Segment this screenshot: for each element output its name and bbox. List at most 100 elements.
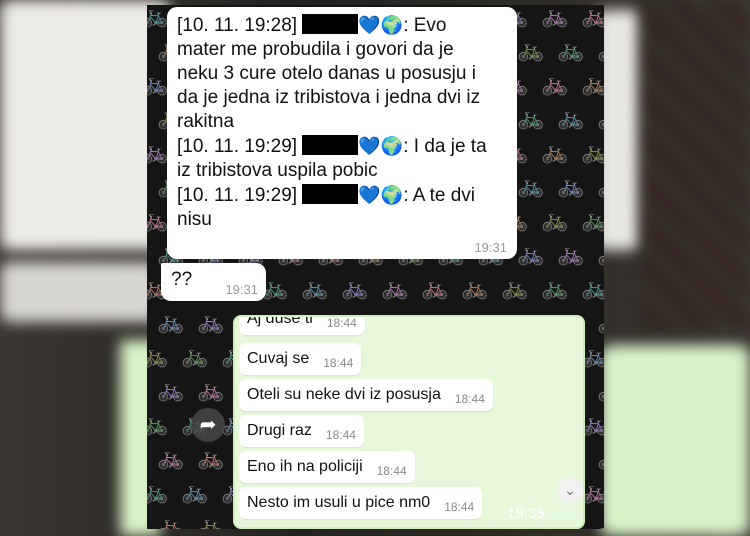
bicycle-pattern-icon: 🚲 bbox=[557, 105, 585, 130]
bicycle-pattern-icon: 🚲 bbox=[517, 241, 545, 266]
message-text: mater me probudila i govori da je bbox=[177, 39, 454, 60]
globe-emoji-icon: 🌍 bbox=[380, 136, 404, 156]
bicycle-pattern-icon: 🚲 bbox=[581, 207, 604, 232]
redacted-name bbox=[302, 14, 359, 34]
bubble-time: 18:44 bbox=[376, 464, 407, 478]
blurred-wallpaper bbox=[640, 0, 750, 330]
bicycle-pattern-icon: 🚲 bbox=[581, 139, 604, 164]
bicycle-pattern-icon: 🚲 bbox=[517, 37, 545, 62]
bicycle-pattern-icon: 🚲 bbox=[147, 343, 169, 368]
bubble-text: Aj duse ti bbox=[247, 315, 313, 327]
message-time: 19:35 bbox=[507, 505, 545, 522]
redacted-name bbox=[302, 135, 359, 155]
message-text: : I da je ta bbox=[403, 136, 487, 157]
bubble-text: Cuvaj se bbox=[247, 350, 310, 367]
message-text: : Evo bbox=[403, 15, 447, 36]
message-time: 19:31 bbox=[474, 240, 507, 255]
bicycle-pattern-icon: 🚲 bbox=[501, 275, 529, 300]
chevron-down-icon[interactable]: ⌄ bbox=[557, 477, 583, 503]
redacted-name bbox=[302, 184, 359, 204]
bubble-time: 18:44 bbox=[323, 356, 354, 370]
bicycle-pattern-icon: 🚲 bbox=[421, 275, 449, 300]
bicycle-pattern-icon: 🚲 bbox=[197, 445, 225, 470]
bicycle-pattern-icon: 🚲 bbox=[197, 309, 225, 334]
bicycle-pattern-icon: 🚲 bbox=[581, 71, 604, 96]
bicycle-pattern-icon: 🚲 bbox=[147, 5, 169, 28]
bubble-time: 18:44 bbox=[326, 316, 357, 330]
bicycle-pattern-icon: 🚲 bbox=[181, 479, 209, 504]
blurred-bubble bbox=[600, 345, 750, 536]
message-text: neku 3 cure otelo danas u posusju i bbox=[177, 63, 476, 84]
bicycle-pattern-icon: 🚲 bbox=[541, 207, 569, 232]
heart-emoji-icon: 💙 bbox=[358, 15, 381, 35]
bubble-time: 18:44 bbox=[444, 500, 475, 514]
bicycle-pattern-icon: 🚲 bbox=[181, 343, 209, 368]
bicycle-pattern-icon: 🚲 bbox=[157, 377, 185, 402]
message-text: nisu bbox=[177, 209, 212, 230]
heart-emoji-icon: 💙 bbox=[358, 136, 381, 156]
bicycle-pattern-icon: 🚲 bbox=[557, 241, 585, 266]
bicycle-pattern-icon: 🚲 bbox=[147, 139, 169, 164]
bicycle-pattern-icon: 🚲 bbox=[157, 513, 185, 530]
bicycle-pattern-icon: 🚲 bbox=[597, 379, 604, 401]
heart-emoji-icon: 💙 bbox=[358, 185, 381, 205]
bicycle-pattern-icon: 🚲 bbox=[157, 309, 185, 334]
bicycle-pattern-icon: 🚲 bbox=[517, 105, 545, 130]
timestamp-prefix: [10. 11. 19:29] bbox=[177, 185, 298, 206]
bicycle-pattern-icon: 🚲 bbox=[541, 139, 569, 164]
bicycle-pattern-icon: 🚲 bbox=[301, 275, 329, 300]
bicycle-pattern-icon: 🚲 bbox=[597, 447, 604, 469]
bicycle-pattern-icon: 🚲 bbox=[541, 5, 569, 28]
timestamp-prefix: [10. 11. 19:28] bbox=[177, 15, 298, 36]
globe-emoji-icon: 🌍 bbox=[380, 185, 404, 205]
incoming-message[interactable]: [10. 11. 19:28] 💙🌍: Evo mater me probudi… bbox=[167, 7, 517, 259]
bubble-text: Oteli su neke dvi iz posusja bbox=[247, 386, 441, 403]
bicycle-pattern-icon: 🚲 bbox=[597, 39, 604, 61]
bubble-text: Drugi raz bbox=[247, 422, 312, 439]
bicycle-pattern-icon: 🚲 bbox=[597, 175, 604, 197]
message-text: ?? bbox=[171, 269, 193, 290]
blurred-bubble bbox=[0, 0, 170, 250]
forwarded-chat-bubble: Cuvaj se 18:44 bbox=[239, 343, 362, 375]
bicycle-pattern-icon: 🚲 bbox=[197, 377, 225, 402]
bicycle-pattern-icon: 🚲 bbox=[597, 515, 604, 530]
blurred-bubble bbox=[0, 262, 160, 322]
chat-screenshot: 🚲 🚲 🚲 🚲 🚲 🚲 🚲 🚲 🚲 🚲 🚲 🚲 🚲 🚲 🚲 🚲 🚲 🚲 🚲 🚲 🚲 🚲 🚲 🚲 🚲 🚲 🚲 🚲 🚲 🚲 🚲 🚲 🚲 🚲 🚲 🚲 🚲 🚲 🚲 🚲… bbox=[147, 5, 604, 529]
read-ticks-icon: ✓✓ bbox=[555, 506, 581, 523]
message-text: : A te dvi bbox=[403, 185, 476, 206]
bubble-time: 18:44 bbox=[454, 392, 485, 406]
bubble-text: Nesto im usuli u pice nm0 bbox=[247, 494, 431, 511]
bicycle-pattern-icon: 🚲 bbox=[147, 71, 169, 96]
message-text: iz tribistova uspila pobic bbox=[177, 160, 378, 181]
bicycle-pattern-icon: 🚲 bbox=[341, 275, 369, 300]
bicycle-pattern-icon: 🚲 bbox=[581, 275, 604, 300]
forwarded-chat-bubble: Drugi raz 18:44 bbox=[239, 415, 364, 447]
bicycle-pattern-icon: 🚲 bbox=[557, 37, 585, 62]
bicycle-pattern-icon: 🚲 bbox=[581, 5, 604, 28]
bicycle-pattern-icon: 🚲 bbox=[557, 173, 585, 198]
bicycle-pattern-icon: 🚲 bbox=[541, 275, 569, 300]
forwarded-chat-bubble: Nesto im usuli u pice nm0 18:44 bbox=[239, 487, 483, 519]
bicycle-pattern-icon: 🚲 bbox=[381, 275, 409, 300]
message-text: rakitna bbox=[177, 111, 235, 132]
message-text: da je jedna iz tribistova i jedna dvi iz bbox=[177, 87, 481, 108]
bicycle-pattern-icon: 🚲 bbox=[147, 479, 169, 504]
outgoing-image-message[interactable]: Aj duse ti 18:44 Cuvaj se 18:44 Oteli su n… bbox=[233, 315, 585, 529]
bicycle-pattern-icon: 🚲 bbox=[541, 71, 569, 96]
forwarded-chat-bubble: Oteli su neke dvi iz posusja 18:44 bbox=[239, 379, 493, 411]
bicycle-pattern-icon: 🚲 bbox=[597, 311, 604, 333]
bubble-time: 18:44 bbox=[325, 428, 356, 442]
bicycle-pattern-icon: 🚲 bbox=[197, 513, 225, 530]
bicycle-pattern-icon: 🚲 bbox=[147, 207, 169, 232]
forwarded-chat-bubble: Eno ih na policiji 18:44 bbox=[239, 451, 415, 483]
bicycle-pattern-icon: 🚲 bbox=[461, 275, 489, 300]
bicycle-pattern-icon: 🚲 bbox=[517, 173, 545, 198]
bicycle-pattern-icon: 🚲 bbox=[157, 445, 185, 470]
timestamp-prefix: [10. 11. 19:29] bbox=[177, 136, 298, 157]
globe-emoji-icon: 🌍 bbox=[380, 15, 404, 35]
bicycle-pattern-icon: 🚲 bbox=[597, 243, 604, 265]
forward-arrow-icon[interactable]: ➦ bbox=[191, 408, 225, 442]
bubble-text: Eno ih na policiji bbox=[247, 458, 363, 475]
message-time: 19:31 bbox=[225, 282, 258, 297]
incoming-message[interactable]: ?? 19:31 bbox=[161, 263, 266, 301]
